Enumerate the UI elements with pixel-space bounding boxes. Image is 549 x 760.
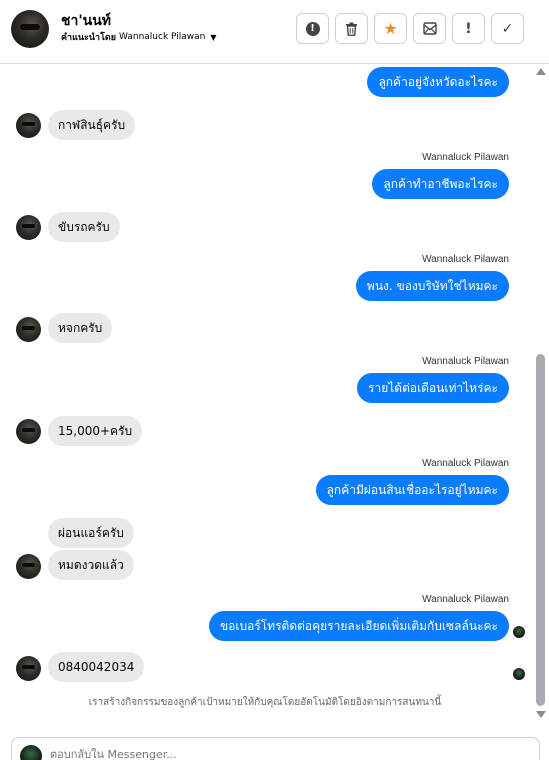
star-icon: ★ <box>383 19 398 38</box>
contact-avatar-small <box>16 419 41 444</box>
sender-name: Wannaluck Pilawan <box>422 254 509 265</box>
assign-label: คำแนะนำโดย <box>61 33 117 43</box>
outgoing-message[interactable]: พนง. ของบริษัทใช่ไหมคะ <box>355 271 509 301</box>
star-button[interactable]: ★ <box>374 13 407 44</box>
contact-avatar-small <box>16 554 41 579</box>
scrollbar[interactable] <box>535 68 547 718</box>
reply-input[interactable] <box>50 748 510 760</box>
contact-name[interactable]: ชา'นนท์ <box>61 10 111 32</box>
caret-down-icon: ▼ <box>210 32 217 42</box>
scrollbar-thumb[interactable] <box>536 354 545 706</box>
outgoing-message[interactable]: รายได้ต่อเดือนเท่าไหร่คะ <box>357 373 509 403</box>
system-note: เราสร้างกิจกรรมของลูกค้าเป้าหมายให้กับคุ… <box>88 697 442 708</box>
scroll-down-arrow-icon[interactable] <box>536 711 546 718</box>
sender-name: Wannaluck Pilawan <box>422 594 509 605</box>
assignee-name: Wannaluck Pilawan <box>119 32 206 42</box>
contact-avatar-small <box>16 113 41 138</box>
page-avatar <box>20 745 42 760</box>
contact-avatar[interactable] <box>11 10 49 48</box>
sender-name: Wannaluck Pilawan <box>422 356 509 367</box>
checkmark-icon: ✓ <box>501 20 514 37</box>
incoming-message[interactable]: 0840042034 <box>48 652 145 682</box>
outgoing-message[interactable]: ลูกค้าอยู่จังหวัดอะไรคะ <box>367 67 509 97</box>
incoming-message[interactable]: ผ่อนแอร์ครับ <box>48 518 134 548</box>
archive-mail-icon <box>422 22 437 35</box>
conversation-header: ชา'นนท์ คำแนะนำโดย Wannaluck Pilawan ▼ !… <box>0 0 549 64</box>
reply-composer <box>11 737 540 760</box>
assignee-selector[interactable]: คำแนะนำโดย Wannaluck Pilawan ▼ <box>61 30 217 44</box>
conversation-toolbar: ! ★ ! ✓ <box>296 13 524 44</box>
outgoing-message[interactable]: ขอเบอร์โทรติดต่อคุยรายละเอียดเพิ่มเติมกั… <box>208 611 509 641</box>
read-receipt-avatar <box>513 668 525 680</box>
incoming-message[interactable]: ขับรถครับ <box>48 212 120 242</box>
incoming-message[interactable]: หจกครับ <box>48 313 113 343</box>
contact-avatar-small <box>16 215 41 240</box>
alert-circle-icon: ! <box>305 21 320 36</box>
outgoing-message[interactable]: ลูกค้ามีผ่อนสินเชื่ออะไรอยู่ไหมคะ <box>315 475 509 505</box>
sender-name: Wannaluck Pilawan <box>422 458 509 469</box>
contact-avatar-small <box>16 317 41 342</box>
exclamation-icon: ! <box>465 20 472 37</box>
incoming-message[interactable]: กาฬสินธุ์ครับ <box>48 110 136 140</box>
scroll-up-arrow-icon[interactable] <box>536 68 546 75</box>
mark-unread-button[interactable] <box>413 13 446 44</box>
outgoing-message[interactable]: ลูกค้าทำอาชีพอะไรคะ <box>372 169 509 199</box>
incoming-message[interactable]: 15,000+ครับ <box>48 416 143 446</box>
contact-avatar-small <box>16 656 41 681</box>
report-spam-button[interactable]: ! <box>296 13 329 44</box>
incoming-message[interactable]: หมดงวดแล้ว <box>48 550 134 580</box>
flag-button[interactable]: ! <box>452 13 485 44</box>
mark-done-button[interactable]: ✓ <box>491 13 524 44</box>
trash-icon <box>346 22 357 36</box>
read-receipt-avatar <box>513 626 525 638</box>
sender-name: Wannaluck Pilawan <box>422 152 509 163</box>
delete-button[interactable] <box>335 13 368 44</box>
